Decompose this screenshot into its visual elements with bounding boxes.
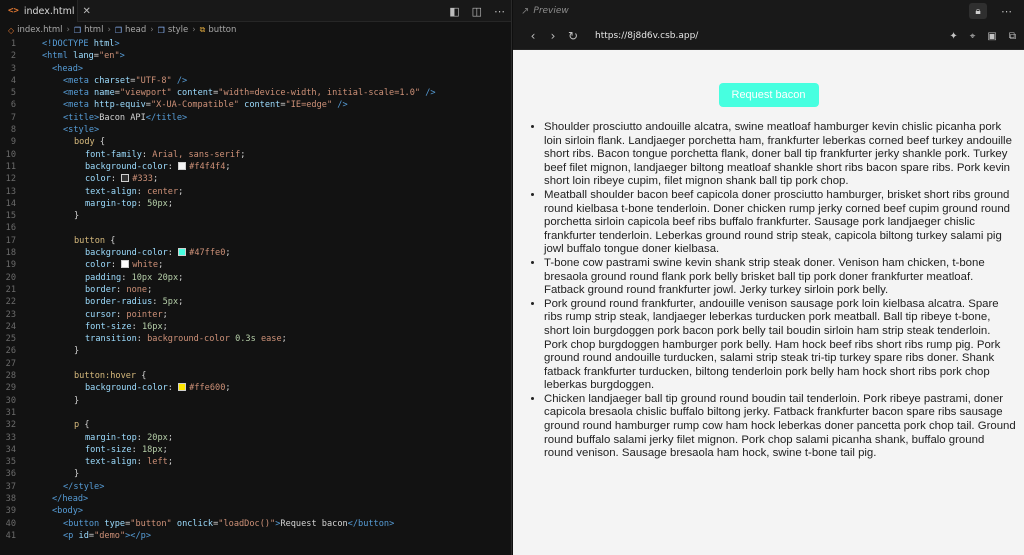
code-line: 24 font-size: 16px; (5, 321, 168, 332)
code-line: 8 <style> (10, 125, 100, 136)
open-in-new-window-icon[interactable]: ⧉ (1009, 31, 1016, 42)
code-line: 38 </head> (5, 493, 89, 504)
editor-tab-bar: <> index.html ✕ ◧ ◫ ⋯ (0, 0, 511, 22)
preview-page: Request bacon Shoulder prosciutto andoui… (513, 50, 1024, 555)
list-item: Meatball shoulder bacon beef capicola do… (544, 189, 1016, 257)
code-line: 30} (5, 395, 80, 406)
chevron-right-icon: › (107, 25, 111, 35)
bacon-list: Shoulder prosciutto andouille alcatra, s… (513, 121, 1024, 461)
lock-icon[interactable]: 🔒︎ (969, 3, 987, 19)
code-line: 31 (5, 407, 16, 418)
refresh-icon[interactable]: ↻ (563, 29, 583, 43)
breadcrumb-item-html[interactable]: ❐ html (74, 25, 104, 35)
devtools-icon[interactable]: ▣ (987, 31, 996, 42)
code-line: 3 <head> (10, 63, 84, 74)
html-file-icon: ◇ (8, 25, 15, 35)
box-icon: ❐ (157, 25, 165, 35)
code-line: 32 p { (5, 420, 90, 431)
code-line: 35 text-align: left; (5, 457, 173, 468)
breadcrumb-item-style[interactable]: ❐ style (158, 25, 189, 35)
request-bacon-button[interactable]: Request bacon (718, 83, 819, 107)
list-item: Pork ground round frankfurter, andouille… (544, 298, 1016, 393)
chevron-right-icon: › (66, 25, 70, 35)
code-line: 7 <title>Bacon API</title> (10, 112, 188, 123)
list-item: T-bone cow pastrami swine kevin shank st… (544, 257, 1016, 298)
tag-icon: ⧉ (199, 25, 206, 34)
code-line: 36} (5, 469, 80, 480)
code-line: 15} (5, 211, 80, 222)
code-line: 6 <meta http-equiv="X-UA-Compatible" cont… (10, 100, 348, 111)
code-line: 29 background-color: #ffe600; (5, 383, 231, 394)
color-swatch[interactable] (178, 383, 187, 392)
code-line: 33 margin-top: 20px; (5, 432, 173, 443)
html-file-icon: <> (8, 6, 19, 16)
code-area[interactable]: 1 <!DOCTYPE html> 2 <html lang="en"> 3 <hea… (0, 38, 511, 555)
editor-actions: ◧ ◫ ⋯ (449, 0, 505, 22)
code-line: 37 </style> (5, 481, 105, 492)
code-line: 39 <body> (5, 506, 84, 517)
code-line: 22 border-radius: 5px; (5, 297, 184, 308)
list-item: Shoulder prosciutto andouille alcatra, s… (544, 121, 1016, 189)
demo-paragraph: Shoulder prosciutto andouille alcatra, s… (513, 121, 1024, 461)
code-line: 25 transition: background-color 0.3s ease… (5, 334, 287, 345)
tab-index-html[interactable]: <> index.html ✕ (0, 0, 91, 22)
address-bar: ‹ › ↻ https://8j8d6v.csb.app/ ✦ ⌖ ▣ ⧉ (513, 22, 1024, 50)
code-line: 9 body { (10, 137, 106, 148)
breadcrumb-item-head[interactable]: ❐ head (115, 25, 146, 35)
code-line: 28 button:hover { (5, 371, 147, 382)
breadcrumb-item-file[interactable]: ◇ index.html (8, 25, 62, 35)
list-item: Chicken landjaeger ball tip ground round… (544, 393, 1016, 461)
more-actions-icon[interactable]: ⋯ (1001, 5, 1012, 18)
box-icon: ❐ (73, 25, 82, 35)
code-line: 10 font-family: Arial, sans-serif; (5, 149, 246, 160)
code-line: 19 color: white; (5, 260, 164, 271)
color-swatch[interactable] (178, 248, 187, 257)
back-icon[interactable]: ‹ (523, 29, 543, 43)
color-swatch[interactable] (121, 174, 130, 183)
code-editor[interactable]: <> index.html ✕ ◧ ◫ ⋯ ◇ index.html › ❐ htm… (0, 0, 512, 555)
code-line: 34 font-size: 18px; (5, 444, 168, 455)
code-line: 18 background-color: #47ffe0; (5, 248, 231, 259)
preview-pane: ↗ Preview 🔒︎ ⋯ ‹ › ↻ https://8j8d6v.csb.… (513, 0, 1024, 555)
code-line: 13 text-align: center; (5, 186, 184, 197)
code-line: 21 border: none; (5, 284, 153, 295)
code-line: 27 (5, 358, 16, 369)
toggle-panel-icon[interactable]: ◧ (449, 5, 459, 18)
split-editor-icon[interactable]: ◫ (472, 5, 482, 18)
code-line: 17 button { (5, 235, 116, 246)
url-field[interactable]: https://8j8d6v.csb.app/ (595, 31, 698, 41)
code-line: 26} (5, 346, 80, 357)
code-line: 4 <meta charset="UTF-8" /> (10, 75, 188, 86)
chevron-right-icon: › (150, 25, 154, 35)
code-line: 11 background-color: #f4f4f4; (5, 161, 231, 172)
code-line: 16 (5, 223, 16, 234)
color-swatch[interactable] (121, 260, 130, 269)
code-line: 20 padding: 10px 20px; (5, 272, 184, 283)
code-line: 41 <p id="demo"></p> (5, 530, 151, 541)
preview-title: Preview (533, 6, 569, 16)
code-line: 14 margin-top: 50px; (5, 198, 173, 209)
code-line: 5 <meta name="viewport" content="width=de… (10, 88, 436, 99)
code-line: 23 cursor: pointer; (5, 309, 168, 320)
tab-label: index.html (23, 5, 75, 17)
preview-icon: ↗ (521, 5, 530, 17)
breadcrumb-item-button[interactable]: ⧉ button (200, 25, 237, 35)
code-line: 1 <!DOCTYPE html> (10, 39, 120, 49)
code-line: 12 color: #333; (5, 174, 159, 185)
crosshair-icon[interactable]: ⌖ (970, 31, 976, 42)
magic-wand-icon[interactable]: ✦ (949, 31, 957, 42)
chevron-right-icon: › (192, 25, 196, 35)
color-swatch[interactable] (178, 161, 187, 170)
preview-header: ↗ Preview 🔒︎ ⋯ (513, 0, 1024, 22)
forward-icon[interactable]: › (543, 29, 563, 43)
more-actions-icon[interactable]: ⋯ (494, 5, 505, 18)
breadcrumb: ◇ index.html › ❐ html › ❐ head › ❐ style › ⧉… (0, 22, 511, 38)
box-icon: ❐ (114, 25, 123, 35)
code-line: 2 <html lang="en"> (10, 51, 125, 62)
code-line: 40 <button type="button" onclick="loadDoc… (5, 518, 395, 529)
close-icon[interactable]: ✕ (83, 6, 91, 17)
